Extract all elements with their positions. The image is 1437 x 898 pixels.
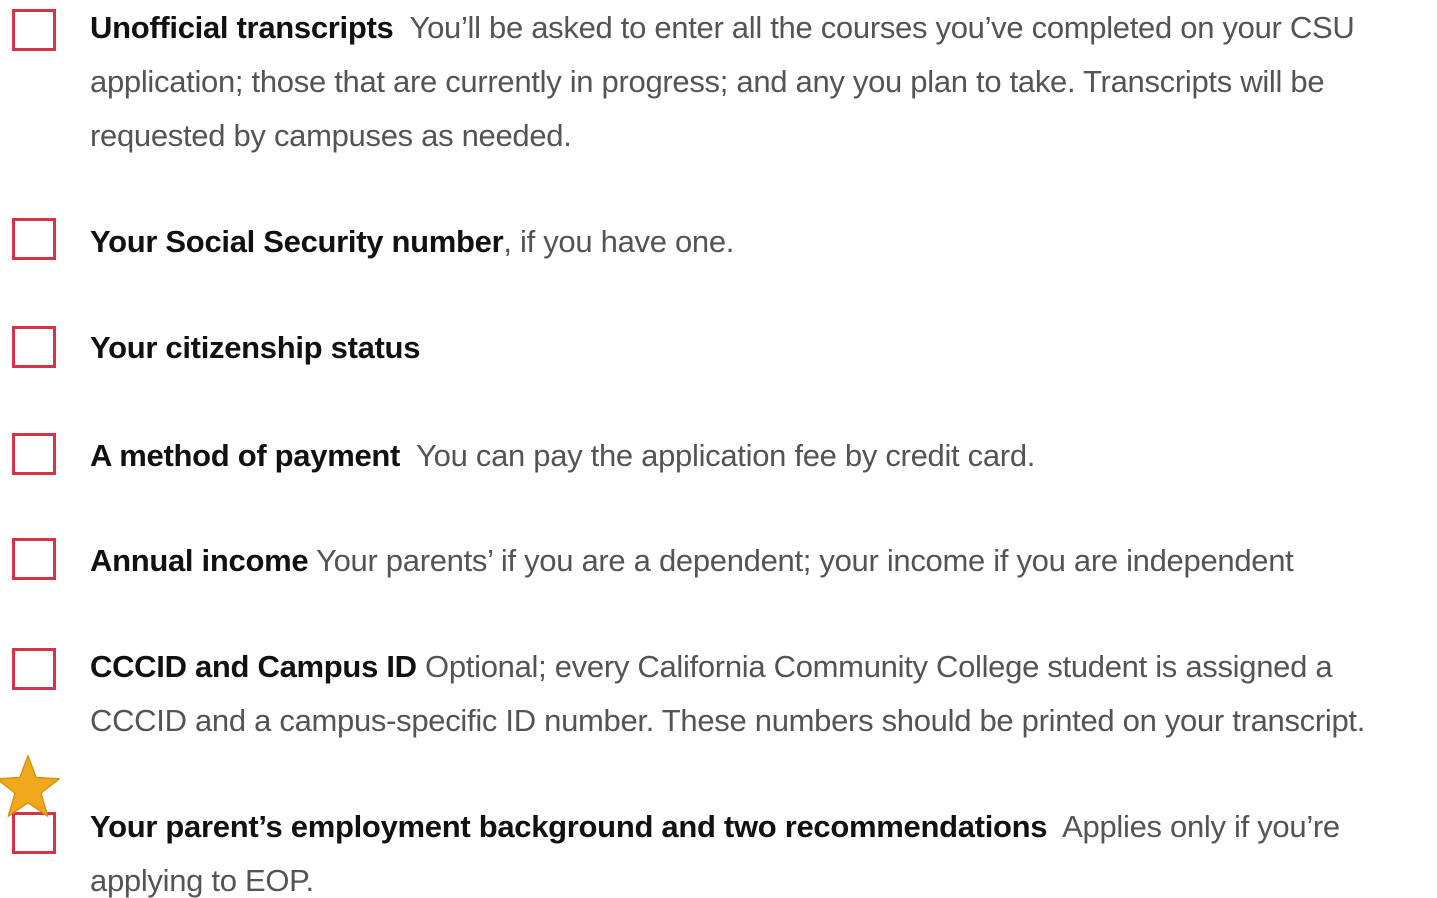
- document-checklist: Unofficial transcripts You’ll be asked t…: [0, 0, 1437, 898]
- checkbox[interactable]: [12, 326, 56, 368]
- item-text: Unofficial transcripts You’ll be asked t…: [90, 1, 1431, 163]
- checkbox[interactable]: [12, 9, 56, 51]
- item-text: CCCID and Campus ID Optional; every Cali…: [90, 640, 1431, 748]
- item-separator: [393, 10, 409, 45]
- item-text: Your parent’s employment background and …: [90, 800, 1431, 898]
- item-description: , if you have one.: [503, 224, 735, 259]
- checkbox[interactable]: [12, 538, 56, 580]
- item-title: CCCID and Campus ID: [90, 649, 417, 684]
- item-description: Your parents’ if you are a dependent; yo…: [316, 543, 1294, 578]
- item-separator: [400, 438, 416, 473]
- checkbox[interactable]: [12, 433, 56, 475]
- item-separator: [308, 543, 316, 578]
- item-text: Your Social Security number, if you have…: [90, 215, 1431, 269]
- item-separator: [1047, 809, 1062, 844]
- item-text: Your citizenship status: [90, 321, 1431, 375]
- item-text: A method of payment You can pay the appl…: [90, 429, 1431, 483]
- item-text: Annual income Your parents’ if you are a…: [90, 534, 1431, 588]
- item-description: You can pay the application fee by credi…: [416, 438, 1036, 473]
- star-icon: [0, 755, 60, 817]
- item-title: Unofficial transcripts: [90, 10, 394, 45]
- item-title: Annual income: [90, 543, 309, 578]
- item-title: A method of payment: [90, 438, 401, 473]
- checkbox[interactable]: [12, 648, 56, 690]
- checkbox[interactable]: [12, 218, 56, 260]
- item-title: Your Social Security number: [90, 224, 504, 259]
- item-title: Your parent’s employment background and …: [90, 809, 1048, 844]
- item-title: Your citizenship status: [90, 330, 421, 365]
- item-separator: [417, 649, 425, 684]
